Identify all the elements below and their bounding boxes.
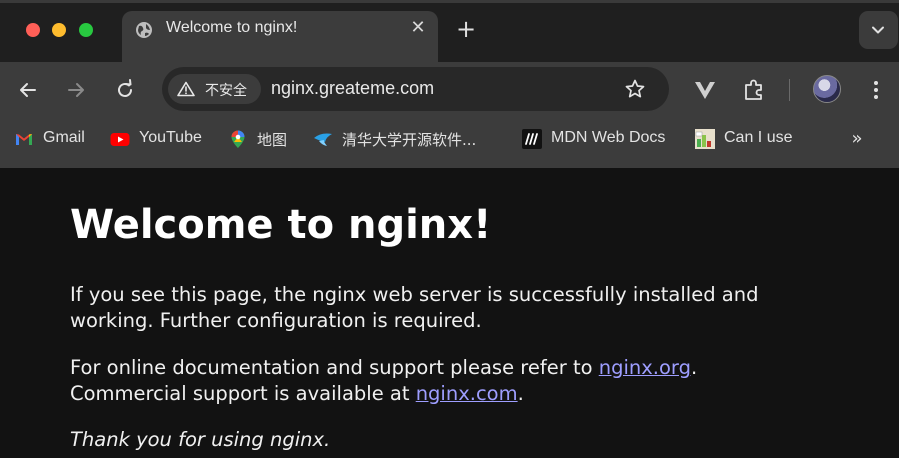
maximize-window-button[interactable] xyxy=(79,23,93,37)
docs-line-2: Commercial support is available at nginx… xyxy=(70,381,697,407)
bookmark-label: MDN Web Docs xyxy=(551,129,666,146)
bookmark-label: Gmail xyxy=(43,129,85,146)
bookmark-mdn[interactable]: MDN Web Docs xyxy=(522,126,678,152)
nginx-com-link[interactable]: nginx.com xyxy=(416,382,518,405)
tab-title: Welcome to nginx! xyxy=(166,19,298,36)
bookmark-label: 清华大学开源软件... xyxy=(342,131,477,149)
chevron-down-icon xyxy=(872,26,884,34)
reload-icon xyxy=(118,79,132,97)
tab-strip: Welcome to nginx! ✕ + xyxy=(0,0,899,62)
more-vert-icon xyxy=(874,81,878,99)
nginx-org-link[interactable]: nginx.org xyxy=(599,356,691,379)
bookmarks-bar: Gmail YouTube 地图 清华大学开源软件... MDN Web Doc… xyxy=(0,117,899,162)
docs-text: For online documentation and support ple… xyxy=(70,356,599,379)
url-text[interactable]: nginx.greateme.com xyxy=(271,78,434,99)
browser-toolbar: 不安全 nginx.greateme.com xyxy=(0,62,899,117)
intro-line-1: If you see this page, the nginx web serv… xyxy=(70,283,759,306)
page-viewport: Welcome to nginx! If you see this page, … xyxy=(0,168,899,458)
bookmark-label: 地图 xyxy=(257,131,288,149)
security-label: 不安全 xyxy=(205,83,247,99)
reload-button[interactable] xyxy=(111,76,139,104)
caniuse-icon xyxy=(695,129,715,149)
close-tab-icon[interactable]: ✕ xyxy=(407,17,429,39)
bookmark-label: Can I use xyxy=(724,129,793,146)
bookmark-maps[interactable]: 地图 xyxy=(228,126,294,152)
docs-line-1: For online documentation and support ple… xyxy=(70,355,697,381)
close-window-button[interactable] xyxy=(26,23,40,37)
page-heading: Welcome to nginx! xyxy=(70,202,492,248)
browser-menu-button[interactable] xyxy=(862,76,890,104)
thanks-paragraph: Thank you for using nginx. xyxy=(70,428,331,451)
site-security-chip[interactable]: 不安全 xyxy=(168,74,261,104)
bookmark-label: YouTube xyxy=(139,129,202,146)
support-text: Commercial support is available at xyxy=(70,382,416,405)
youtube-icon xyxy=(110,133,130,146)
extensions-button[interactable] xyxy=(740,76,768,104)
period: . xyxy=(690,356,698,379)
mdn-icon xyxy=(522,129,542,149)
more-bookmarks-button[interactable]: » xyxy=(846,126,868,152)
globe-icon xyxy=(136,22,152,38)
forward-button[interactable] xyxy=(62,76,90,104)
period: . xyxy=(517,382,524,405)
docs-paragraph: For online documentation and support ple… xyxy=(70,355,697,407)
bookmark-star-icon[interactable] xyxy=(624,78,646,100)
extension-vue-button[interactable] xyxy=(691,76,719,104)
maps-icon xyxy=(231,130,245,148)
gmail-icon xyxy=(16,134,32,145)
bookmark-tuna[interactable]: 清华大学开源软件... xyxy=(313,126,503,152)
minimize-window-button[interactable] xyxy=(52,23,66,37)
puzzle-icon xyxy=(745,79,762,100)
tab-active[interactable]: Welcome to nginx! ✕ xyxy=(122,11,438,62)
bookmark-gmail[interactable]: Gmail xyxy=(14,126,90,152)
bookmark-caniuse[interactable]: Can I use xyxy=(695,126,803,152)
tuna-icon xyxy=(314,133,332,146)
new-tab-button[interactable]: + xyxy=(453,16,479,42)
tab-search-button[interactable] xyxy=(859,11,898,49)
window-top-edge xyxy=(0,0,899,3)
toolbar-separator xyxy=(789,79,790,101)
warning-icon xyxy=(177,81,195,97)
back-button[interactable] xyxy=(14,76,42,104)
vue-devtools-icon xyxy=(695,82,715,99)
intro-line-2: working. Further configuration is requir… xyxy=(70,309,482,332)
profile-avatar[interactable] xyxy=(813,75,841,103)
bookmark-youtube[interactable]: YouTube xyxy=(110,126,210,152)
arrow-right-icon xyxy=(68,83,84,97)
intro-paragraph: If you see this page, the nginx web serv… xyxy=(70,282,758,334)
arrow-left-icon xyxy=(20,83,36,97)
address-bar[interactable]: 不安全 nginx.greateme.com xyxy=(162,67,669,111)
